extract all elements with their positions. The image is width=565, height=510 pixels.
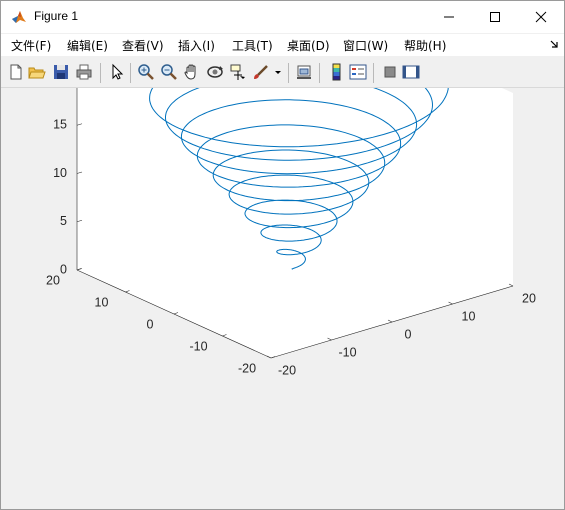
show-plot-tools-button[interactable] bbox=[402, 63, 420, 81]
x-tick-label: -10 bbox=[338, 345, 356, 359]
print-button[interactable] bbox=[75, 63, 93, 81]
matlab-icon bbox=[12, 11, 26, 23]
z-tick-label: 10 bbox=[53, 166, 67, 180]
x-tick-label: -20 bbox=[278, 363, 296, 377]
edit-plot-pointer-icon bbox=[112, 63, 124, 80]
maximize-button[interactable] bbox=[472, 1, 518, 33]
menu-view[interactable]: 查看(V) bbox=[122, 37, 164, 54]
open-file-icon bbox=[28, 67, 46, 79]
z-tick-label: 5 bbox=[60, 214, 67, 228]
data-cursor-button[interactable] bbox=[229, 63, 247, 81]
toolbar-separator bbox=[373, 63, 374, 83]
dock-arrow-icon[interactable] bbox=[549, 39, 559, 49]
new-figure-icon bbox=[10, 64, 22, 80]
zoom-in-icon bbox=[138, 64, 154, 80]
menu-bar: 文件(F) 编辑(E) 查看(V) 插入(I) 工具(T) 桌面(D) 窗口(W… bbox=[1, 34, 564, 56]
y-tick-label: -20 bbox=[238, 361, 256, 375]
pan-hand-icon bbox=[184, 64, 196, 80]
z-tick-label: 0 bbox=[60, 262, 67, 276]
brush-dropdown-icon bbox=[275, 71, 281, 74]
menu-help[interactable]: 帮助(H) bbox=[404, 37, 446, 54]
menu-window[interactable]: 窗口(W) bbox=[343, 37, 388, 54]
toolbar-separator bbox=[130, 63, 131, 83]
rotate-3d-button[interactable] bbox=[206, 63, 224, 81]
toolbar-separator bbox=[288, 63, 289, 83]
close-button[interactable] bbox=[518, 1, 564, 33]
save-icon bbox=[54, 65, 68, 79]
y-tick-label: -10 bbox=[189, 339, 207, 353]
insert-legend-button[interactable] bbox=[349, 63, 367, 81]
insert-legend-icon bbox=[349, 64, 367, 80]
x-tick-label: 0 bbox=[405, 327, 412, 341]
x-tick-label: 20 bbox=[522, 291, 536, 305]
close-icon bbox=[535, 11, 547, 23]
y-tick-label: 10 bbox=[95, 295, 109, 309]
rotate-3d-icon bbox=[207, 66, 223, 78]
y-tick-label: 20 bbox=[46, 273, 60, 287]
link-plot-button[interactable] bbox=[295, 63, 313, 81]
menu-tools[interactable]: 工具(T) bbox=[232, 37, 273, 54]
link-plot-icon bbox=[297, 65, 311, 79]
brush-icon bbox=[254, 65, 268, 79]
axes-background bbox=[77, 88, 513, 358]
maximize-icon bbox=[490, 12, 500, 22]
toolbar-separator bbox=[100, 63, 101, 83]
edit-plot-button[interactable] bbox=[108, 63, 126, 81]
show-plot-tools-icon bbox=[402, 65, 420, 79]
zoom-out-icon bbox=[161, 64, 177, 80]
brush-button[interactable] bbox=[252, 63, 270, 81]
data-cursor-icon bbox=[230, 64, 245, 80]
open-file-button[interactable] bbox=[28, 63, 46, 81]
minimize-icon bbox=[444, 16, 454, 18]
window-title: Figure 1 bbox=[34, 9, 79, 23]
insert-colorbar-button[interactable] bbox=[327, 63, 345, 81]
zoom-out-button[interactable] bbox=[160, 63, 178, 81]
hide-plot-tools-icon bbox=[384, 66, 396, 78]
menu-desktop[interactable]: 桌面(D) bbox=[287, 37, 330, 54]
menu-insert[interactable]: 插入(I) bbox=[178, 37, 215, 54]
figure-canvas[interactable]: 05101520 -20-1001020 -20-1001020 bbox=[1, 88, 564, 509]
z-tick-label: 15 bbox=[53, 118, 67, 132]
pan-button[interactable] bbox=[183, 63, 201, 81]
figure-window: Figure 1 文件(F) 编辑(E) 查看(V) 插入(I) 工具(T) 桌… bbox=[0, 0, 565, 510]
save-button[interactable] bbox=[52, 63, 70, 81]
x-tick-label: 10 bbox=[462, 309, 476, 323]
minimize-button[interactable] bbox=[426, 1, 472, 33]
helix-3d-plot[interactable]: 05101520 -20-1001020 -20-1001020 bbox=[1, 88, 564, 509]
toolbar-separator bbox=[319, 63, 320, 83]
new-figure-button[interactable] bbox=[7, 63, 25, 81]
figure-toolbar bbox=[1, 57, 564, 88]
zoom-in-button[interactable] bbox=[137, 63, 155, 81]
insert-colorbar-icon bbox=[332, 63, 341, 81]
brush-dropdown-button[interactable] bbox=[273, 63, 283, 81]
menu-file[interactable]: 文件(F) bbox=[11, 37, 51, 54]
menu-edit[interactable]: 编辑(E) bbox=[67, 37, 108, 54]
print-icon bbox=[76, 64, 92, 80]
y-tick-label: 0 bbox=[147, 317, 154, 331]
title-bar[interactable]: Figure 1 bbox=[1, 1, 564, 33]
hide-plot-tools-button[interactable] bbox=[381, 63, 399, 81]
